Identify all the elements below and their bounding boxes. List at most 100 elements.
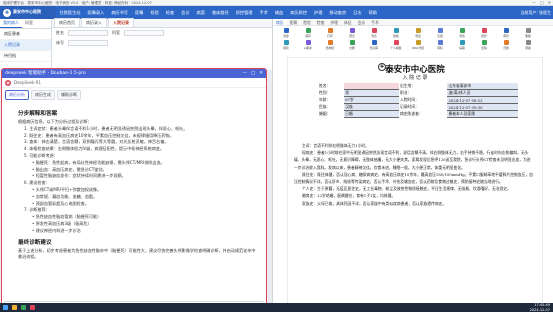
menu-item[interactable]: 移动查房 [326,6,350,19]
toolbar-button[interactable]: 归档 [495,40,517,51]
app-logo-text: 泰安市中心医院 [13,9,41,15]
tab-department[interactable]: 科室 [22,19,36,28]
toolbar-label: 诊断 [349,45,355,50]
info-value[interactable]: 退(离)休人员 [447,89,518,97]
chat-maximize-button[interactable]: □ [251,69,255,78]
toolbar-button[interactable]: 质控 [473,28,495,39]
tab-record-home[interactable]: 病历首页 [54,18,80,27]
toolbar-label: 预览 [349,33,355,38]
menu-item[interactable]: 病案 [193,6,208,19]
analysis-list: 1. 主诉症状：患者头晕伴言语不利1小时，患者无明显诱因突然出现头晕，伴恶心、呕… [18,126,258,160]
toolbar-label: 归档 [503,45,509,50]
menu-item[interactable]: 日志 [350,6,365,19]
app-icon[interactable] [30,305,35,310]
record-tab[interactable]: 检查 [314,19,328,25]
info-value[interactable]: 男 [344,89,399,97]
record-panel: 病历 医嘱 检验 检查 护理 体征 会诊 手术 新建 保存 打印 预览 签名 模板 导出 引用 查找 质控 审签 删… [272,19,553,312]
menu-item[interactable]: 输血 [271,6,286,19]
toolbar-icon [481,28,487,33]
toolbar-button[interactable]: 导出 [407,28,429,39]
record-tab[interactable]: 病历 [273,19,287,25]
toolbar-button[interactable]: 结构化 [319,40,341,51]
menu-item[interactable]: 检查 [162,6,177,19]
info-value[interactable]: 已婚 [344,110,399,118]
toolbar-button[interactable]: 出院 [473,40,495,51]
current-user[interactable]: 当前用户: 张医生 [520,6,551,19]
list-item: 5. 可能诊断考虑： [24,152,58,158]
menu-item[interactable]: 临床路径 [208,6,232,19]
list-item: 4. 体格检查结果：右侧肢体肌力Ⅳ级，病理征阳性，提示中枢神经系统病变。 [24,146,164,152]
document-body: 主诉：言语不利伴右侧肢体无力1小时。 现病史：患者1小时前在家中无明显诱因突然出现… [294,142,534,207]
record-paragraph: 家族史：父母已故，具体死因不详，否认家族中有类似疾病患者，否认家族遗传病史。 [302,200,447,206]
toolbar-button[interactable]: DRG分组 [407,40,429,51]
toolbar-button[interactable]: AI助手 [297,40,319,51]
model-name[interactable]: DeepSeek-R1 [14,80,41,85]
record-tab[interactable]: 手术 [368,19,382,25]
menu-item[interactable]: 帮助 [365,6,380,19]
menu-item[interactable]: 病历质控 [287,6,311,19]
tab-my-patients[interactable]: 我的病人 [0,19,22,28]
subtab-assisted-diagnosis[interactable]: 辅助诊断 [57,90,81,100]
toolbar-button[interactable]: 帮助 [517,40,539,51]
toolbar-button[interactable]: 审签 [495,28,517,39]
info-value[interactable]: 患者本人及家属 [447,110,518,118]
start-icon[interactable] [3,305,8,310]
subtab-record-generation[interactable]: 病历生成 [31,90,55,100]
info-value[interactable]: 67岁 [344,96,399,104]
toolbar-label: 新建 [283,33,289,38]
menu-item[interactable]: 检验 [147,6,162,19]
name-field[interactable] [68,30,108,36]
final-text: 基于上述分析，初步考虑患者为急性缺血性脑卒中（脑梗死）可能性大，建议尽快完善头颅… [18,247,256,260]
toolbar-label: AI助手 [303,45,313,50]
toolbar-button[interactable]: 打印 [319,28,341,39]
toolbar-button[interactable]: 模板 [385,28,407,39]
system-clock[interactable]: 17:45:49 2024-12-07 [530,303,550,312]
toolbar-button[interactable]: 引用 [429,28,451,39]
patient-form: 姓名 科室 床号 [52,28,272,70]
record-tab[interactable]: 医嘱 [287,19,301,25]
left-item-pending-archive[interactable]: 待归档 [0,51,51,62]
tab-record-entry[interactable]: 病历录入 [81,18,107,27]
record-tab[interactable]: 检验 [300,19,314,25]
left-item-ward-patients[interactable]: 病区患者 [0,29,51,40]
toolbar-icon [415,28,421,33]
dept-field[interactable] [124,30,164,36]
toolbar-icon [349,28,355,33]
toolbar-button[interactable]: 查找 [451,28,473,39]
browser-icon[interactable] [21,305,26,310]
folder-icon[interactable] [12,305,17,310]
record-tab[interactable]: 会诊 [355,19,369,25]
toolbar-button[interactable]: 转科 [429,40,451,51]
record-tab[interactable]: 护理 [327,19,341,25]
toolbar-button[interactable]: 签名 [363,28,385,39]
toolbar-button[interactable]: 删除 [517,28,539,39]
toolbar-button[interactable]: 诊断 [341,40,363,51]
window-title: 临床护理平台 - 泰安市中心医院 · 电子病历 V5.0 · 用户: 管理员 ·… [3,1,152,5]
tab-admission-record[interactable]: 入院记录 [108,18,134,27]
toolbar-button[interactable]: 保存 [297,28,319,39]
record-paragraph: 个人史：生于原籍，无疫区居住史，无工业毒物、粉尘及放射性物质接触史，平日生活规律… [302,186,511,192]
info-value[interactable]: 汉族 [344,103,399,111]
toolbar-button[interactable]: 新建 [275,28,297,39]
chat-minimize-button[interactable]: — [242,69,247,78]
list-item: • 颈部血管彩超及心电图检查。 [32,200,89,206]
menu-item[interactable]: 质控管理 [232,6,256,19]
info-value[interactable]: 2024-12-07 08:32 [447,96,518,104]
toolbar-button[interactable]: 病程 [451,40,473,51]
menu-item[interactable]: 手术 [256,6,271,19]
chat-close-button[interactable]: ✕ [259,69,263,78]
toolbar-label: 帮助 [525,45,531,50]
menu-item[interactable]: 护理 [311,6,326,19]
toolbar-button[interactable]: 刷新 [275,40,297,51]
info-value[interactable]: 2024-12-07 09:30 [447,103,518,111]
toolbar-button[interactable]: 个人模板 [385,40,407,51]
menu-item[interactable]: 会诊 [178,6,193,19]
toolbar-icon [283,40,289,45]
toolbar-button[interactable]: 预览 [341,28,363,39]
final-heading: 最终诊断建议 [18,239,52,246]
subtab-record-analysis[interactable]: 病历分析 [5,90,29,100]
bed-field[interactable] [68,40,108,46]
toolbar-button[interactable]: 知识库 [363,40,385,51]
record-tab[interactable]: 体征 [341,19,355,25]
left-item-admission-record[interactable]: 入院记录 [0,40,51,51]
